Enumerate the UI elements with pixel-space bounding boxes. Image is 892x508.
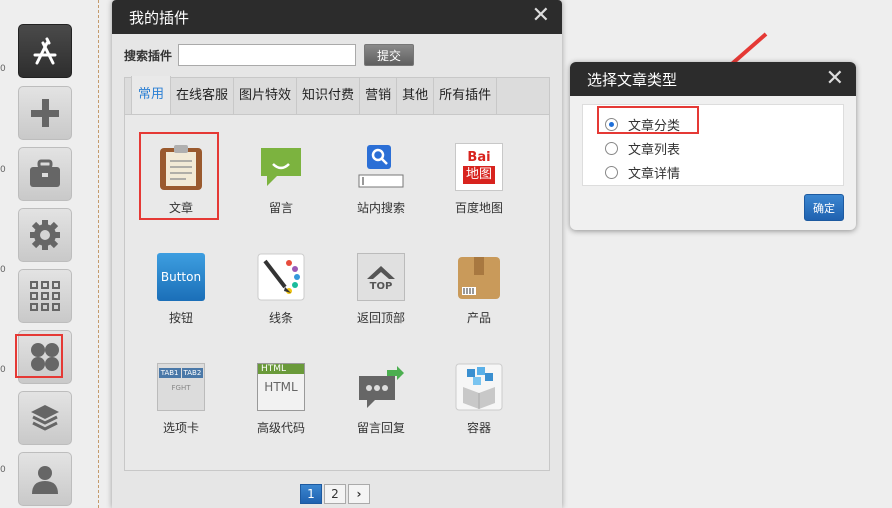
container-icon <box>455 363 503 411</box>
tab-content-text: FGHT <box>171 384 191 392</box>
product-icon <box>455 253 503 301</box>
gear-icon <box>30 220 60 250</box>
option-label: 文章详情 <box>628 167 681 182</box>
baidu-map-icon: Bai 地图 <box>455 143 503 191</box>
option-article-list[interactable]: 文章列表 <box>605 139 680 158</box>
modules-button[interactable] <box>18 269 72 323</box>
radio-button[interactable] <box>605 166 618 179</box>
plugin-label: 容器 <box>466 421 491 435</box>
article-type-title: 选择文章类型 <box>587 70 678 89</box>
plugin-label: 百度地图 <box>454 201 503 215</box>
plugin-item-reply[interactable]: 留言回复 <box>341 363 421 463</box>
page-1-button[interactable]: 1 <box>300 484 322 504</box>
plugin-label: 站内搜索 <box>356 201 405 215</box>
add-button[interactable] <box>18 86 72 140</box>
tab-all-plugins[interactable]: 所有插件 <box>434 77 498 114</box>
plugin-search-row: 搜索插件 提交 <box>124 44 415 66</box>
option-label: 文章列表 <box>628 143 681 158</box>
plugin-tabs: 常用 在线客服 图片特效 知识付费 营销 其他 所有插件 <box>125 76 549 115</box>
tab-marketing[interactable]: 营销 <box>360 77 398 114</box>
button-icon-text: Button <box>160 270 202 284</box>
tab-other[interactable]: 其他 <box>397 77 435 114</box>
map-logo-text: 地图 <box>462 166 495 184</box>
plugin-label: 选项卡 <box>162 421 199 435</box>
plugin-label: 返回顶部 <box>356 311 405 325</box>
ruler-mark: 0 <box>0 64 6 74</box>
button-icon: Button <box>157 253 205 301</box>
ruler-mark: 0 <box>0 365 6 375</box>
plugin-item-product[interactable]: 产品 <box>439 253 519 353</box>
plugin-item-html-code[interactable]: HTML HTML 高级代码 <box>241 363 321 463</box>
plugin-dialog-title: 我的插件 <box>129 8 190 27</box>
html-body-text: HTML <box>264 380 298 394</box>
app-store-button[interactable] <box>18 24 72 78</box>
lines-icon <box>257 253 305 301</box>
toolkit-button[interactable] <box>18 147 72 201</box>
site-search-icon <box>357 143 405 191</box>
briefcase-icon <box>30 159 60 187</box>
plugin-dialog-header: 我的插件 ✕ <box>112 0 562 34</box>
plugin-label: 留言回复 <box>356 421 405 435</box>
plugin-label: 高级代码 <box>256 421 305 435</box>
top-icon-text: TOP <box>369 280 393 292</box>
highlight-article <box>139 132 219 220</box>
radio-button[interactable] <box>605 142 618 155</box>
plugin-item-baidu-map[interactable]: Bai 地图 百度地图 <box>439 143 519 243</box>
ruler-mark: 0 <box>0 265 6 275</box>
plugin-label: 留言 <box>268 201 293 215</box>
canvas-guide-line <box>98 0 99 508</box>
user-icon <box>32 466 58 494</box>
plugin-dialog: 我的插件 ✕ 搜索插件 提交 常用 在线客服 图片特效 知识付费 营销 其他 所… <box>112 0 562 508</box>
html-bar-text: HTML <box>258 364 304 374</box>
account-button[interactable] <box>18 452 72 506</box>
tab-common[interactable]: 常用 <box>131 76 172 114</box>
next-page-button[interactable]: › <box>348 484 370 504</box>
confirm-button[interactable]: 确定 <box>804 194 844 221</box>
back-to-top-icon: TOP <box>357 253 405 301</box>
tabs-icon: TAB1 TAB2 FGHT <box>157 363 205 411</box>
article-type-dialog: 选择文章类型 ✕ 文章分类 文章列表 文章详情 确定 <box>570 62 856 230</box>
plugin-label: 按钮 <box>168 311 193 325</box>
article-type-header: 选择文章类型 ✕ <box>570 62 856 96</box>
plus-icon <box>31 99 59 127</box>
grid-icon <box>30 281 60 311</box>
plugin-item-back-to-top[interactable]: TOP 返回顶部 <box>341 253 421 353</box>
plugin-item-message[interactable]: 留言 <box>241 143 321 243</box>
option-article-detail[interactable]: 文章详情 <box>605 163 680 182</box>
plugin-label: 产品 <box>466 311 491 325</box>
tab-paid-knowledge[interactable]: 知识付费 <box>297 77 361 114</box>
pagination: 1 2 › <box>300 484 372 504</box>
reply-icon <box>357 363 405 411</box>
search-input[interactable] <box>178 44 357 66</box>
ruler-mark: 0 <box>0 165 6 175</box>
plugin-item-tabs[interactable]: TAB1 TAB2 FGHT 选项卡 <box>141 363 221 463</box>
close-icon[interactable]: ✕ <box>826 68 844 90</box>
tab1-text: TAB1 <box>158 368 181 378</box>
plugin-item-site-search[interactable]: 站内搜索 <box>341 143 421 243</box>
baidu-logo-text: Bai <box>467 150 491 165</box>
plugin-label: 线条 <box>268 311 293 325</box>
ruler-mark: 0 <box>0 465 6 475</box>
submit-button[interactable]: 提交 <box>364 44 415 66</box>
tab2-text: TAB2 <box>181 368 204 378</box>
search-label: 搜索插件 <box>124 48 173 63</box>
layers-icon <box>31 405 59 431</box>
message-icon <box>257 143 305 191</box>
plugin-item-button[interactable]: Button 按钮 <box>141 253 221 353</box>
layers-button[interactable] <box>18 391 72 445</box>
close-icon[interactable]: ✕ <box>532 5 550 27</box>
plugin-item-lines[interactable]: 线条 <box>241 253 321 353</box>
highlight-article-category <box>597 106 699 134</box>
page-2-button[interactable]: 2 <box>324 484 346 504</box>
tab-online-service[interactable]: 在线客服 <box>171 77 235 114</box>
ruler: 0 0 0 0 0 <box>0 0 8 508</box>
highlight-plugins <box>15 334 63 378</box>
html-code-icon: HTML HTML <box>257 363 305 411</box>
app-store-icon <box>33 37 57 65</box>
tab-image-effects[interactable]: 图片特效 <box>234 77 298 114</box>
settings-button[interactable] <box>18 208 72 262</box>
plugin-item-container[interactable]: 容器 <box>439 363 519 463</box>
